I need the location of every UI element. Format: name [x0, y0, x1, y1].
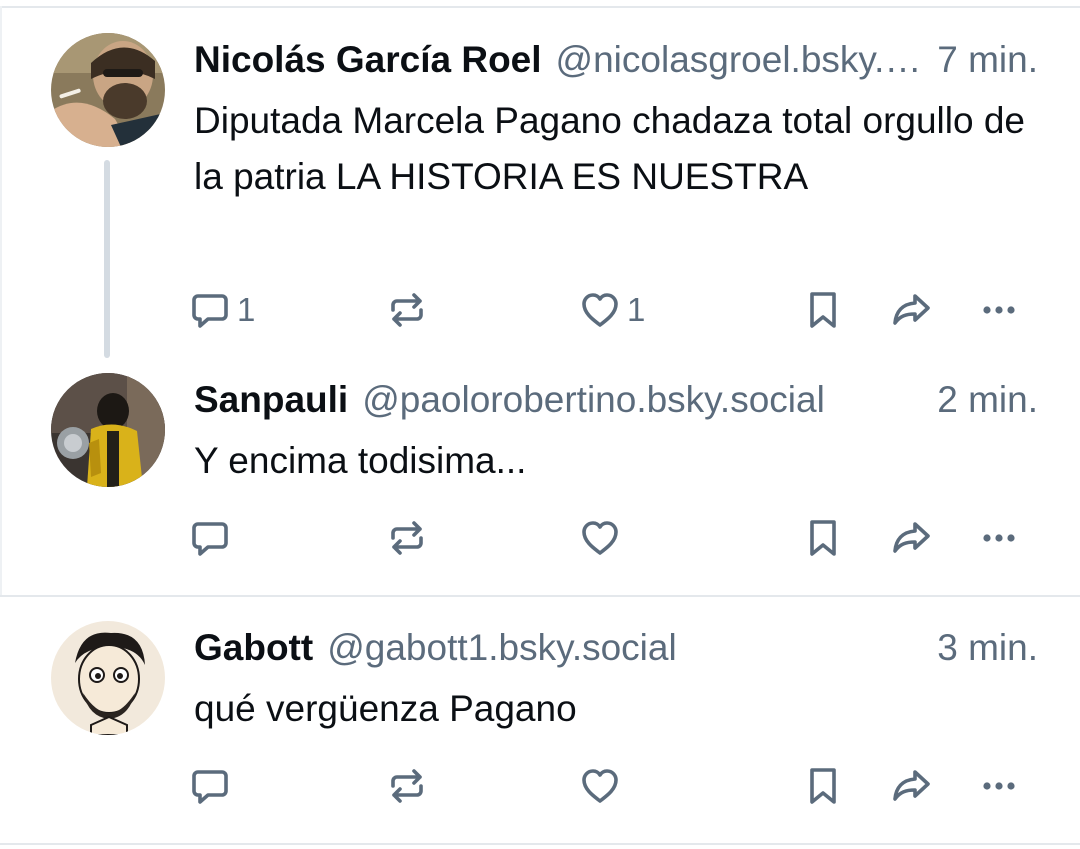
author-handle[interactable]: @paolorobertino.bsky.social [362, 375, 929, 425]
reply-count: 1 [237, 291, 256, 328]
more-options-button[interactable] [978, 285, 1020, 335]
author-handle[interactable]: @gabott1.bsky.social [327, 623, 929, 673]
more-options-button[interactable] [978, 761, 1020, 811]
post-divider [0, 843, 1080, 845]
speech-bubble-icon [192, 770, 228, 804]
share-button[interactable] [889, 285, 933, 335]
post-text: Y encima todisima... [194, 440, 527, 481]
speech-bubble-icon [192, 522, 228, 556]
repost-arrows-icon [391, 521, 423, 555]
post-card[interactable]: Nicolás García Roel @nicolasgroel.bsky.s… [0, 0, 1080, 360]
post-actions [0, 513, 1080, 563]
bookmark-button[interactable] [803, 513, 845, 563]
author-display-name[interactable]: Gabott [194, 623, 313, 673]
author-display-name[interactable]: Sanpauli [194, 375, 348, 425]
repost-arrows-icon [391, 293, 423, 327]
post-actions [0, 761, 1080, 811]
heart-icon [582, 521, 618, 555]
reply-button[interactable] [189, 761, 237, 811]
post-text: qué vergüenza Pagano [194, 688, 577, 729]
post-header: Gabott @gabott1.bsky.social 3 min. [194, 623, 1038, 673]
ellipsis-icon [983, 306, 1015, 314]
reply-button[interactable]: 1 [189, 285, 255, 335]
reply-button[interactable] [189, 513, 237, 563]
heart-icon [582, 293, 618, 327]
post-actions: 1 1 [0, 285, 1080, 335]
like-button[interactable]: 1 [579, 285, 645, 335]
post-timestamp[interactable]: 3 min. [937, 623, 1038, 673]
share-arrow-icon [893, 770, 930, 801]
bookmark-icon [810, 520, 836, 556]
bookmark-icon [810, 768, 836, 804]
author-handle[interactable]: @nicolasgroel.bsky.social [556, 35, 930, 85]
ellipsis-icon [983, 534, 1015, 542]
post-timestamp[interactable]: 2 min. [937, 375, 1038, 425]
share-button[interactable] [889, 513, 933, 563]
ellipsis-icon [983, 782, 1015, 790]
like-button[interactable] [579, 513, 627, 563]
share-button[interactable] [889, 761, 933, 811]
share-arrow-icon [893, 522, 930, 553]
post-thread-feed: Nicolás García Roel @nicolasgroel.bsky.s… [0, 0, 1080, 849]
repost-button[interactable] [386, 285, 428, 335]
repost-button[interactable] [386, 761, 428, 811]
like-count: 1 [627, 291, 646, 328]
avatar[interactable] [51, 33, 165, 147]
share-arrow-icon [893, 294, 930, 325]
repost-button[interactable] [386, 513, 428, 563]
speech-bubble-icon [192, 294, 228, 328]
bookmark-button[interactable] [803, 285, 845, 335]
bookmark-icon [810, 292, 836, 328]
post-header: Nicolás García Roel @nicolasgroel.bsky.s… [194, 35, 1038, 85]
heart-icon [582, 769, 618, 803]
bookmark-button[interactable] [803, 761, 845, 811]
post-text: Diputada Marcela Pagano chadaza total or… [194, 100, 1026, 197]
repost-arrows-icon [391, 769, 423, 803]
post-card[interactable]: Sanpauli @paolorobertino.bsky.social 2 m… [0, 360, 1080, 596]
more-options-button[interactable] [978, 513, 1020, 563]
post-header: Sanpauli @paolorobertino.bsky.social 2 m… [194, 375, 1038, 425]
avatar[interactable] [51, 621, 165, 735]
author-display-name[interactable]: Nicolás García Roel [194, 35, 542, 85]
like-button[interactable] [579, 761, 627, 811]
post-timestamp[interactable]: 7 min. [937, 35, 1038, 85]
post-card[interactable]: Gabott @gabott1.bsky.social 3 min. qué v… [0, 597, 1080, 843]
avatar[interactable] [51, 373, 165, 487]
